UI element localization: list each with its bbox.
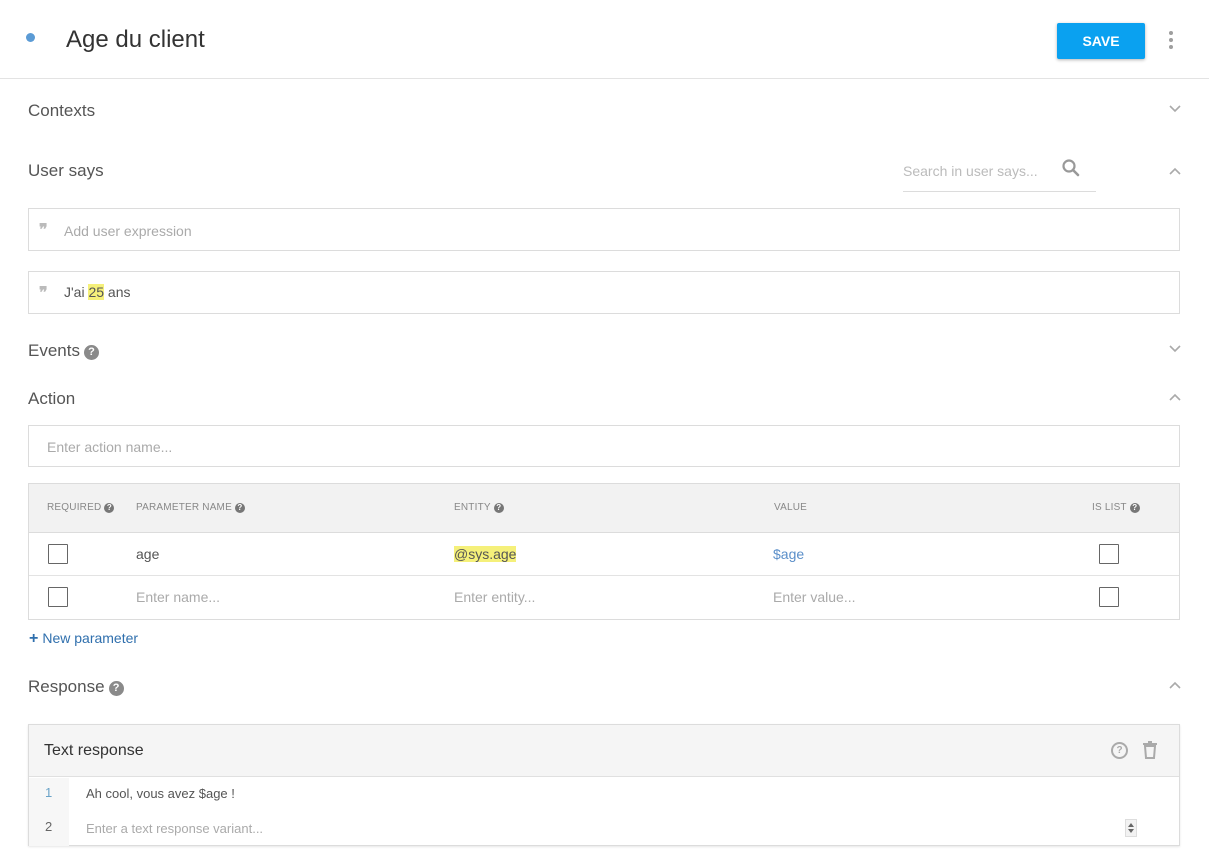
text-response-header: Text response ? [29,725,1179,777]
column-header-parameter-name: PARAMETER NAME? [136,502,245,513]
resize-stepper-icon[interactable] [1125,819,1137,837]
search-input[interactable] [903,160,1053,182]
header-label: ENTITY [454,502,491,513]
new-parameter-label: New parameter [42,630,139,646]
quote-icon: ❞ [39,283,48,302]
plus-icon: + [29,630,39,647]
help-icon[interactable]: ? [234,503,245,513]
chevron-up-icon[interactable] [1166,680,1184,692]
help-icon[interactable]: ? [83,345,99,360]
value-input[interactable] [773,586,1053,608]
required-checkbox[interactable] [48,544,68,564]
quote-icon: ❞ [39,220,48,239]
save-button[interactable]: SAVE [1057,23,1145,59]
table-header: REQUIRED? PARAMETER NAME? ENTITY? VALUE … [29,484,1179,533]
column-header-required: REQUIRED? [47,502,115,513]
help-circle-icon[interactable]: ? [1111,742,1128,759]
table-row [29,576,1179,619]
response-variant-input[interactable] [86,818,986,838]
value-cell[interactable]: $age [773,546,804,562]
required-checkbox[interactable] [48,587,68,607]
action-name-box [28,425,1180,467]
add-expression-box: ❞ [28,208,1180,251]
text-response-card: Text response ? 1 2 Ah cool, vous avez $… [28,724,1180,846]
header-label: REQUIRED [47,502,102,513]
user-says-section-title[interactable]: User says [28,161,104,181]
chevron-up-icon[interactable] [1166,392,1184,404]
header-label: PARAMETER NAME [136,502,232,513]
entity-value: @sys.age [454,546,517,562]
column-header-is-list: IS LIST? [1092,502,1140,513]
is-list-checkbox[interactable] [1099,587,1119,607]
text-response-title: Text response [44,742,144,759]
chevron-up-icon[interactable] [1166,166,1184,178]
response-label: Response [28,677,105,696]
parameter-name-cell[interactable]: age [136,546,159,562]
action-section-title[interactable]: Action [28,389,75,409]
is-list-checkbox[interactable] [1099,544,1119,564]
expression-text-part: J'ai [64,284,89,300]
action-name-input[interactable] [47,437,947,457]
user-expression-text[interactable]: J'ai 25 ans [64,284,131,300]
help-icon[interactable]: ? [1129,503,1140,513]
search-icon[interactable] [1061,158,1081,178]
help-icon[interactable]: ? [108,681,124,696]
help-icon[interactable]: ? [104,503,115,513]
user-expression-item[interactable]: ❞ J'ai 25 ans [28,271,1180,314]
line-number: 2 [45,819,53,834]
add-user-expression-input[interactable] [64,221,1064,241]
table-row: age @sys.age $age [29,533,1179,576]
column-header-entity: ENTITY? [454,502,504,513]
contexts-section-title[interactable]: Contexts [28,101,95,121]
column-header-value: VALUE [774,502,808,513]
header-label: IS LIST [1092,502,1127,513]
more-vert-icon[interactable] [1163,29,1179,51]
annotated-parameter[interactable]: 25 [88,284,105,300]
help-icon[interactable]: ? [493,503,504,513]
response-section-title[interactable]: Response? [28,677,124,697]
entity-input[interactable] [454,586,734,608]
trash-icon[interactable] [1142,741,1158,759]
intent-header: Age du client SAVE [0,0,1209,79]
line-number: 1 [45,785,53,800]
chevron-down-icon[interactable] [1166,103,1184,115]
search-box [903,152,1096,192]
response-line[interactable]: Ah cool, vous avez $age ! [86,786,235,801]
chevron-down-icon[interactable] [1166,343,1184,355]
status-dot-icon [26,33,35,42]
events-section-title[interactable]: Events? [28,341,99,361]
events-label: Events [28,341,80,360]
parameters-table: REQUIRED? PARAMETER NAME? ENTITY? VALUE … [28,483,1180,620]
expression-text-part: ans [104,284,131,300]
intent-title: Age du client [66,26,205,53]
new-parameter-link[interactable]: + New parameter [29,630,138,648]
entity-cell[interactable]: @sys.age [454,546,517,562]
parameter-name-input[interactable] [136,586,416,608]
